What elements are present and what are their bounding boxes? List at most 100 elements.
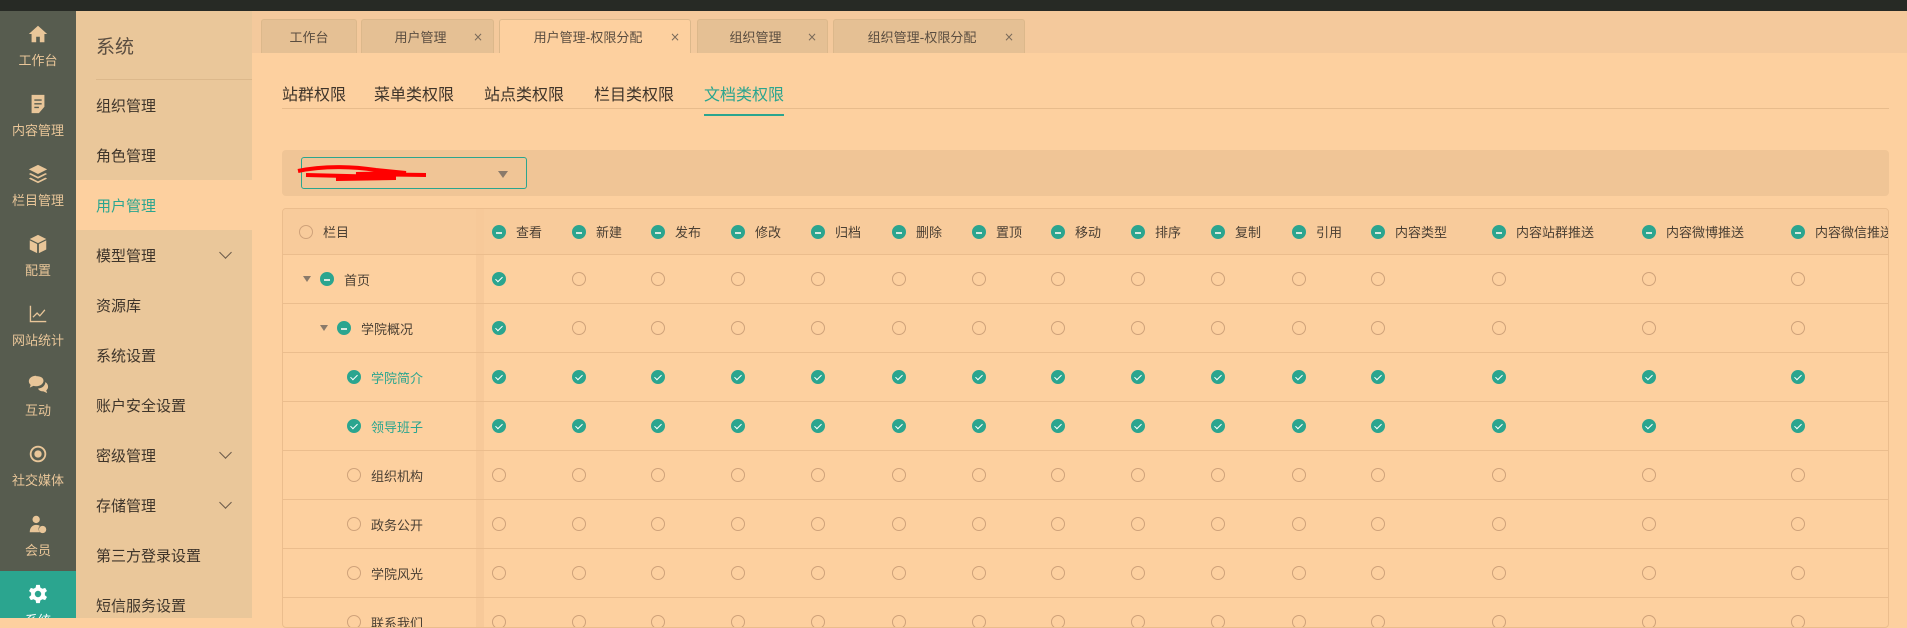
permission-checkbox[interactable] xyxy=(651,566,665,580)
permission-tab[interactable]: 文档类权限 xyxy=(704,81,784,116)
row-checkbox[interactable] xyxy=(347,468,361,482)
select-all-checkbox[interactable] xyxy=(299,225,313,239)
permission-checkbox[interactable] xyxy=(731,370,745,384)
permission-checkbox[interactable] xyxy=(1791,468,1805,482)
permission-checkbox[interactable] xyxy=(1051,370,1065,384)
permission-checkbox[interactable] xyxy=(1051,419,1065,433)
permission-checkbox[interactable] xyxy=(811,321,825,335)
sidebar-item-home[interactable]: 工作台 xyxy=(0,11,76,81)
row-checkbox[interactable] xyxy=(347,615,361,628)
permission-checkbox[interactable] xyxy=(1211,566,1225,580)
permission-checkbox[interactable] xyxy=(811,566,825,580)
permission-checkbox[interactable] xyxy=(731,468,745,482)
permission-checkbox[interactable] xyxy=(572,321,586,335)
column-checkbox[interactable] xyxy=(892,225,906,239)
tab[interactable]: 组织管理× xyxy=(697,19,828,53)
permission-checkbox[interactable] xyxy=(492,321,506,335)
permission-checkbox[interactable] xyxy=(892,370,906,384)
permission-checkbox[interactable] xyxy=(1211,615,1225,628)
close-icon[interactable]: × xyxy=(807,30,817,44)
permission-checkbox[interactable] xyxy=(972,321,986,335)
permission-checkbox[interactable] xyxy=(492,566,506,580)
permission-checkbox[interactable] xyxy=(1791,566,1805,580)
tab[interactable]: 用户管理× xyxy=(361,19,494,53)
permission-checkbox[interactable] xyxy=(1131,321,1145,335)
permission-checkbox[interactable] xyxy=(1131,517,1145,531)
expand-caret-icon[interactable] xyxy=(320,325,328,331)
permission-checkbox[interactable] xyxy=(1371,517,1385,531)
permission-tab[interactable]: 站群权限 xyxy=(282,81,346,114)
permission-checkbox[interactable] xyxy=(892,419,906,433)
permission-checkbox[interactable] xyxy=(1492,370,1506,384)
permission-checkbox[interactable] xyxy=(651,517,665,531)
permission-checkbox[interactable] xyxy=(492,468,506,482)
permission-checkbox[interactable] xyxy=(1642,517,1656,531)
permission-checkbox[interactable] xyxy=(972,272,986,286)
permission-checkbox[interactable] xyxy=(651,419,665,433)
permission-tab[interactable]: 菜单类权限 xyxy=(374,81,454,114)
permission-checkbox[interactable] xyxy=(1051,321,1065,335)
column-checkbox[interactable] xyxy=(572,225,586,239)
permission-checkbox[interactable] xyxy=(1371,272,1385,286)
permission-tab[interactable]: 站点类权限 xyxy=(484,81,564,114)
permission-checkbox[interactable] xyxy=(1051,566,1065,580)
permission-checkbox[interactable] xyxy=(1292,321,1306,335)
permission-checkbox[interactable] xyxy=(892,272,906,286)
permission-checkbox[interactable] xyxy=(1371,419,1385,433)
permission-checkbox[interactable] xyxy=(972,615,986,628)
permission-checkbox[interactable] xyxy=(731,566,745,580)
permission-checkbox[interactable] xyxy=(572,419,586,433)
tab[interactable]: 组织管理-权限分配× xyxy=(833,19,1025,53)
permission-checkbox[interactable] xyxy=(972,370,986,384)
permission-checkbox[interactable] xyxy=(1131,615,1145,628)
user-select[interactable] xyxy=(301,157,527,189)
close-icon[interactable]: × xyxy=(670,30,680,44)
permission-checkbox[interactable] xyxy=(1371,566,1385,580)
sidebar-item-chat[interactable]: 互动 xyxy=(0,361,76,431)
menu-item[interactable]: 密级管理 xyxy=(76,430,252,480)
permission-checkbox[interactable] xyxy=(1492,615,1506,628)
sidebar-item-member[interactable]: 会员 xyxy=(0,501,76,571)
permission-checkbox[interactable] xyxy=(651,615,665,628)
permission-checkbox[interactable] xyxy=(811,419,825,433)
permission-checkbox[interactable] xyxy=(572,370,586,384)
permission-checkbox[interactable] xyxy=(492,272,506,286)
close-icon[interactable]: × xyxy=(1004,30,1014,44)
sidebar-item-box[interactable]: 配置 xyxy=(0,221,76,291)
sidebar-item-gear[interactable]: 系统 xyxy=(0,571,76,618)
permission-checkbox[interactable] xyxy=(1131,566,1145,580)
permission-checkbox[interactable] xyxy=(731,517,745,531)
menu-item[interactable]: 系统设置 xyxy=(76,330,252,380)
permission-checkbox[interactable] xyxy=(1292,419,1306,433)
permission-checkbox[interactable] xyxy=(811,615,825,628)
close-icon[interactable]: × xyxy=(473,30,483,44)
permission-checkbox[interactable] xyxy=(892,566,906,580)
permission-checkbox[interactable] xyxy=(1492,566,1506,580)
permission-checkbox[interactable] xyxy=(1791,615,1805,628)
permission-checkbox[interactable] xyxy=(651,272,665,286)
permission-checkbox[interactable] xyxy=(1791,272,1805,286)
sidebar-item-layers[interactable]: 栏目管理 xyxy=(0,151,76,221)
permission-checkbox[interactable] xyxy=(1131,272,1145,286)
row-checkbox[interactable] xyxy=(347,419,361,433)
permission-checkbox[interactable] xyxy=(492,419,506,433)
permission-checkbox[interactable] xyxy=(572,566,586,580)
permission-checkbox[interactable] xyxy=(1492,517,1506,531)
column-checkbox[interactable] xyxy=(1371,225,1385,239)
permission-checkbox[interactable] xyxy=(731,321,745,335)
row-checkbox[interactable] xyxy=(347,370,361,384)
permission-checkbox[interactable] xyxy=(492,517,506,531)
permission-checkbox[interactable] xyxy=(972,419,986,433)
column-checkbox[interactable] xyxy=(1292,225,1306,239)
permission-checkbox[interactable] xyxy=(1371,321,1385,335)
permission-checkbox[interactable] xyxy=(1211,517,1225,531)
permission-checkbox[interactable] xyxy=(972,517,986,531)
column-checkbox[interactable] xyxy=(1642,225,1656,239)
column-checkbox[interactable] xyxy=(1791,225,1805,239)
permission-checkbox[interactable] xyxy=(1051,272,1065,286)
permission-checkbox[interactable] xyxy=(1791,517,1805,531)
expand-caret-icon[interactable] xyxy=(303,276,311,282)
sidebar-item-chart[interactable]: 网站统计 xyxy=(0,291,76,361)
permission-checkbox[interactable] xyxy=(1791,321,1805,335)
permission-checkbox[interactable] xyxy=(1292,566,1306,580)
